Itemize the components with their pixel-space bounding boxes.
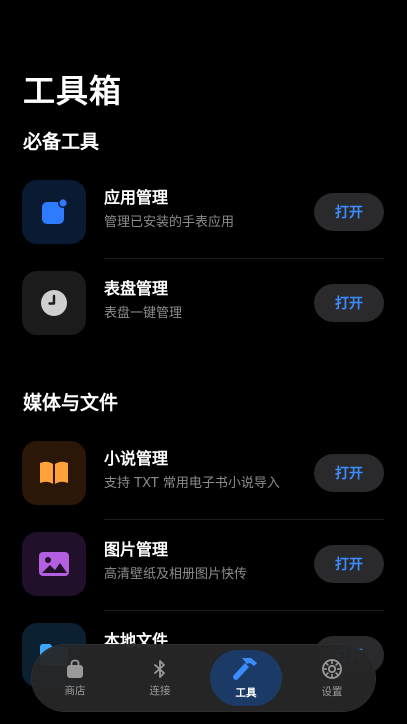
item-subtitle: 管理已安装的手表应用 (104, 215, 235, 230)
section-title-essential: 必备工具 (23, 131, 100, 153)
list-item-app-manage[interactable]: 应用管理 管理已安装的手表应用 打开 (0, 172, 407, 252)
item-title: 应用管理 (104, 188, 169, 207)
item-title: 图片管理 (104, 540, 169, 559)
gear-icon (322, 659, 342, 679)
open-button[interactable]: 打开 (314, 454, 384, 492)
item-title: 小说管理 (104, 449, 169, 468)
open-button[interactable]: 打开 (314, 545, 384, 583)
list-item-watchface-manage[interactable]: 表盘管理 表盘一键管理 打开 (0, 263, 407, 343)
bluetooth-icon (154, 660, 165, 678)
item-subtitle: 表盘一键管理 (104, 306, 183, 321)
tab-label: 商店 (64, 685, 86, 697)
tab-store[interactable]: 商店 (39, 650, 111, 706)
divider (104, 610, 384, 611)
tab-label: 连接 (149, 685, 171, 697)
tab-label: 设置 (321, 686, 343, 698)
book-icon (22, 441, 86, 505)
item-title: 表盘管理 (104, 279, 169, 298)
section-title-media-files: 媒体与文件 (23, 392, 119, 414)
item-subtitle: 支持 TXT 常用电子书小说导入 (104, 476, 280, 491)
list-item-novel-manage[interactable]: 小说管理 支持 TXT 常用电子书小说导入 打开 (0, 433, 407, 513)
tab-tools[interactable]: 工具 (210, 650, 282, 706)
divider (104, 519, 384, 520)
open-button[interactable]: 打开 (314, 284, 384, 322)
hammer-icon (233, 658, 257, 680)
watchface-icon (22, 271, 86, 335)
bottom-tab-bar: 商店 连接 工具 设置 (32, 645, 375, 711)
app-manage-icon (22, 180, 86, 244)
tab-label: 工具 (235, 687, 257, 699)
tab-settings[interactable]: 设置 (296, 650, 368, 706)
item-subtitle: 高清壁纸及相册图片快传 (104, 567, 248, 582)
shopping-bag-icon (67, 659, 83, 678)
image-icon (22, 532, 86, 596)
list-item-image-manage[interactable]: 图片管理 高清壁纸及相册图片快传 打开 (0, 524, 407, 604)
tab-connect[interactable]: 连接 (124, 650, 196, 706)
divider (104, 258, 384, 259)
open-button[interactable]: 打开 (314, 193, 384, 231)
page-title: 工具箱 (23, 72, 123, 110)
